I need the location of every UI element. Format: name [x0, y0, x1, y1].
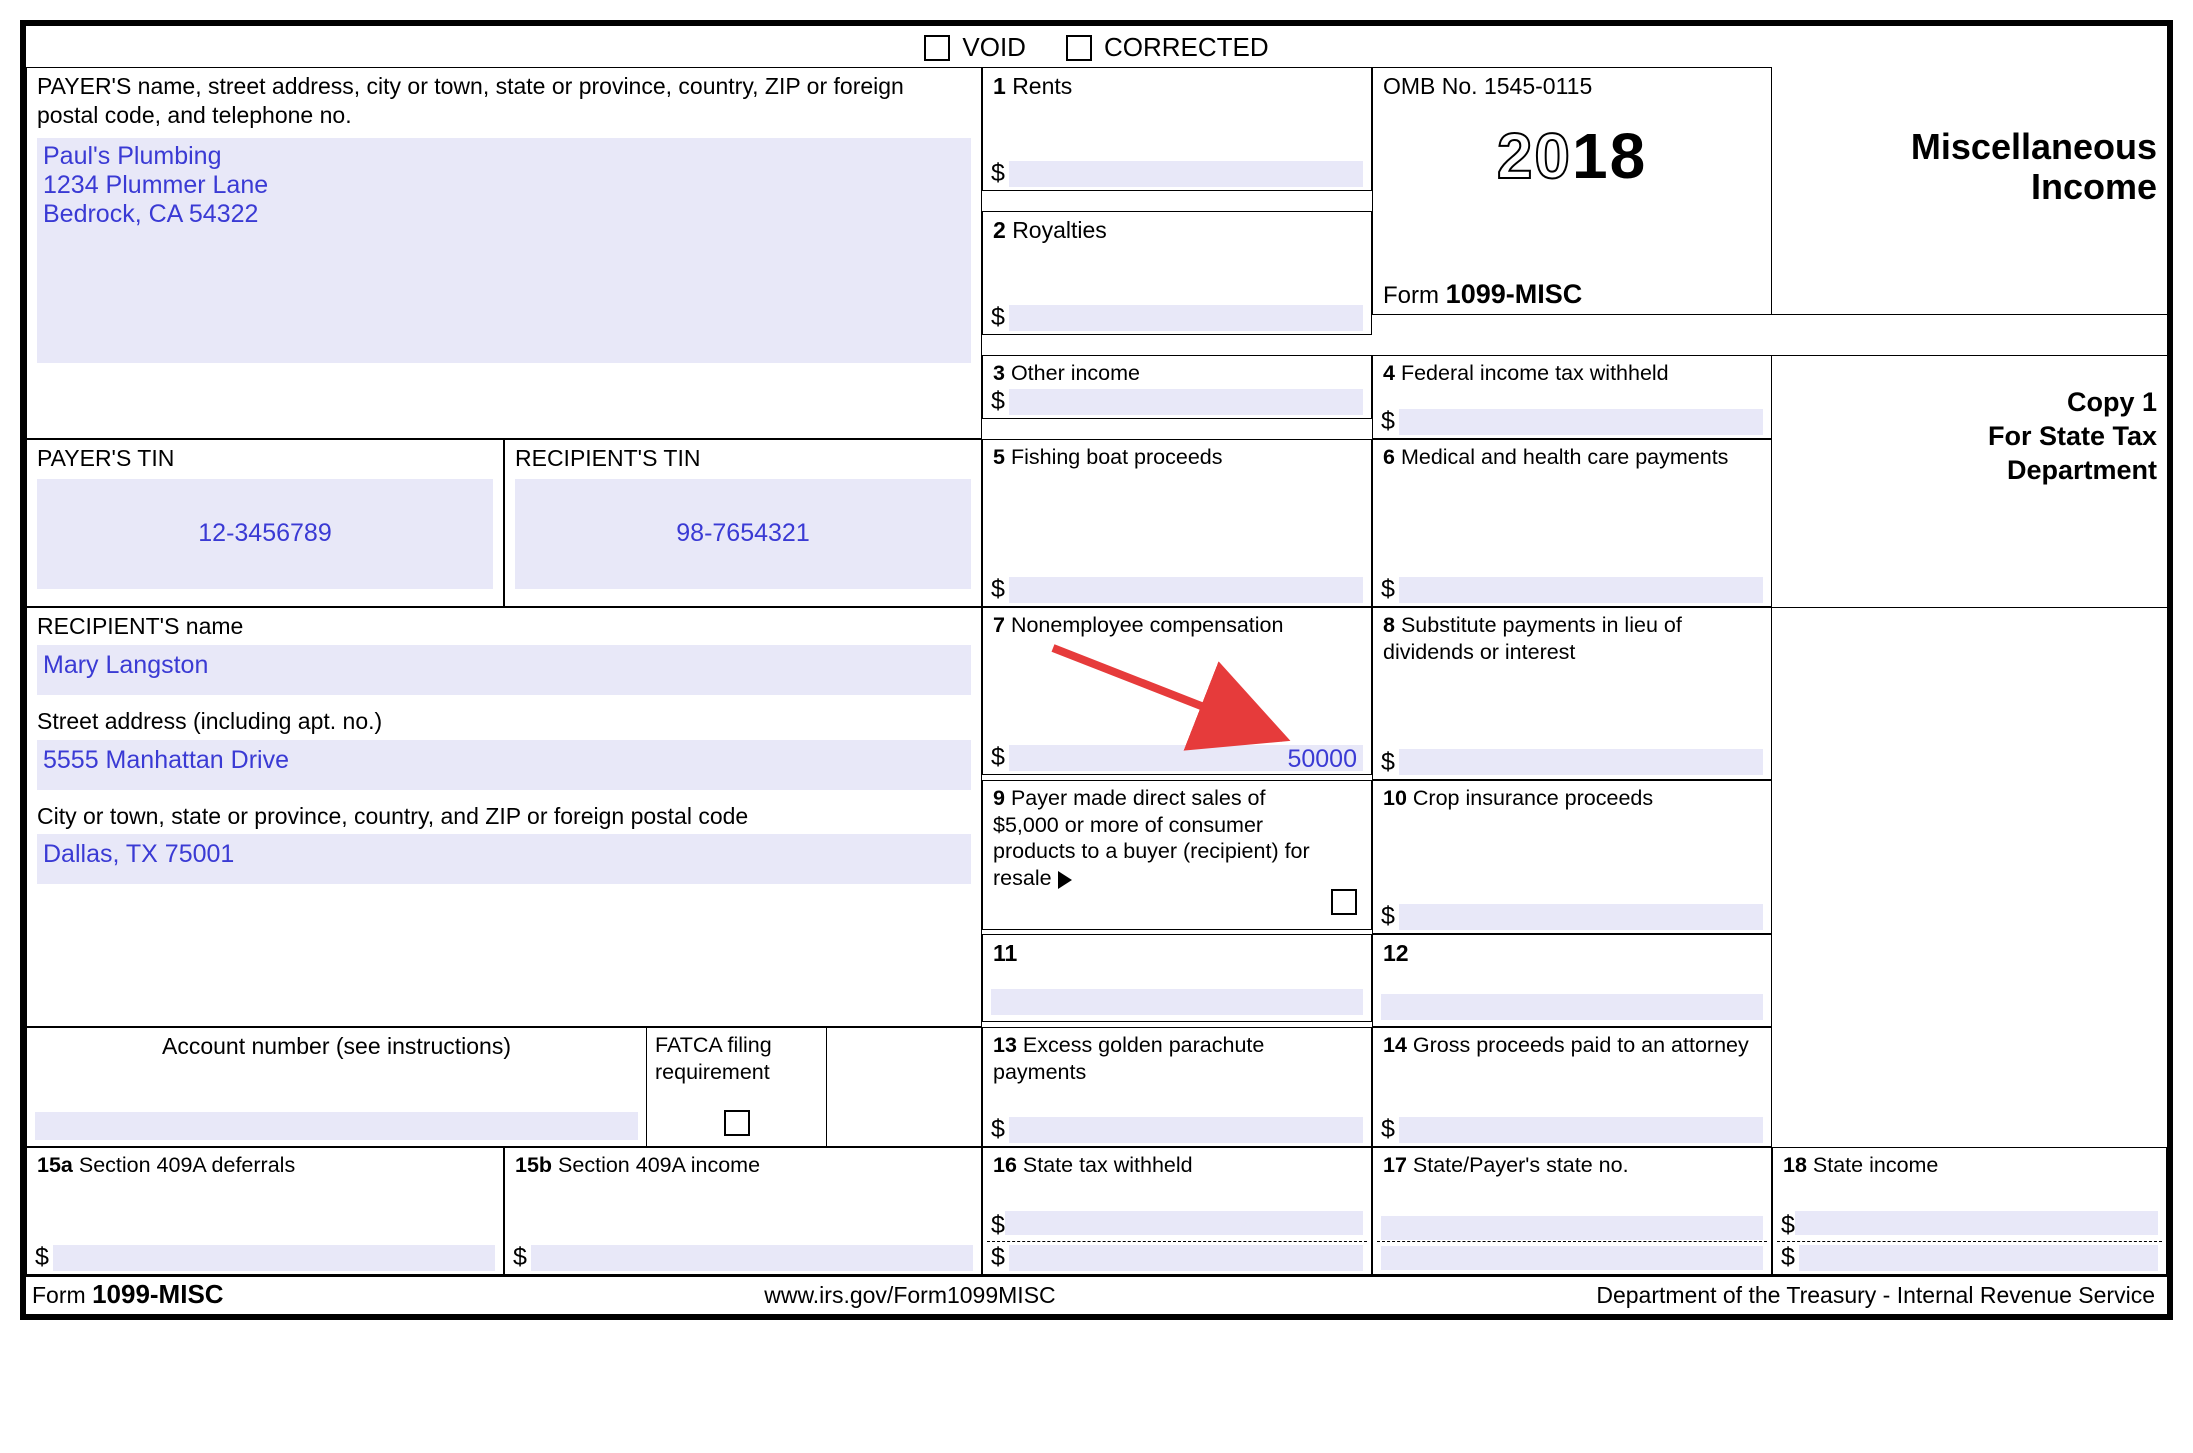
box-15a-value[interactable] — [53, 1245, 495, 1271]
box-16-value-2[interactable] — [1009, 1245, 1363, 1271]
copy-line3: Department — [1988, 454, 2157, 488]
box-2-value[interactable] — [1009, 305, 1363, 331]
box-10-crop: 10 Crop insurance proceeds $ — [1372, 780, 1772, 935]
highlight-arrow-icon — [1043, 638, 1323, 758]
footer-dept: Department of the Treasury - Internal Re… — [1596, 1282, 2155, 1309]
box-12: 12 — [1372, 934, 1772, 1027]
box-18-value-1[interactable] — [1795, 1211, 2158, 1235]
omb-year-cell: OMB No. 1545-0115 2018 Form 1099-MISC — [1372, 67, 1772, 315]
box-3-value[interactable] — [1009, 389, 1363, 415]
payer-line3: Bedrock, CA 54322 — [43, 200, 965, 229]
box-8-value[interactable] — [1399, 749, 1763, 775]
box-4-value[interactable] — [1399, 409, 1763, 435]
recipient-tin-cell: RECIPIENT'S TIN 98-7654321 — [504, 439, 982, 607]
payer-cell: PAYER'S name, street address, city or to… — [26, 67, 982, 439]
recipient-street-label: Street address (including apt. no.) — [37, 707, 971, 736]
payer-label: PAYER'S name, street address, city or to… — [37, 72, 971, 130]
recipient-name-value: Mary Langston — [43, 651, 208, 679]
form-title-cell: Miscellaneous Income — [1772, 67, 2167, 315]
form-footer: Form 1099-MISC www.irs.gov/Form1099MISC … — [26, 1275, 2167, 1314]
box-1-rents: 1 Rents $ — [982, 67, 1372, 191]
copy-line1: Copy 1 — [1988, 386, 2157, 420]
tax-year: 2018 — [1383, 119, 1761, 193]
box-17-state-no: 17 State/Payer's state no. — [1372, 1147, 1772, 1275]
box-2-royalties: 2 Royalties $ — [982, 211, 1372, 335]
recipient-tin-value: 98-7654321 — [676, 519, 809, 548]
box-13-value[interactable] — [1009, 1117, 1363, 1143]
blank-cell — [827, 1028, 981, 1146]
recipient-city-label: City or town, state or province, country… — [37, 802, 971, 831]
form-grid: PAYER'S name, street address, city or to… — [26, 67, 2167, 1275]
box-5-fishing: 5 Fishing boat proceeds $ — [982, 439, 1372, 607]
account-fatca-row: Account number (see instructions) FATCA … — [26, 1027, 982, 1147]
box-7-nonemployee-comp: 7 Nonemployee compensation $50000 — [982, 607, 1372, 775]
fatca-checkbox[interactable] — [724, 1110, 750, 1136]
box-3-other-income: 3 Other income $ — [982, 355, 1372, 419]
footer-url: www.irs.gov/Form1099MISC — [764, 1282, 1055, 1309]
recipient-tin-label: RECIPIENT'S TIN — [515, 444, 971, 473]
void-check-group: VOID — [924, 32, 1026, 63]
corrected-check-group: CORRECTED — [1066, 32, 1269, 63]
footer-form-name: 1099-MISC — [92, 1279, 224, 1309]
box-16-state-tax: 16 State tax withheld $ $ — [982, 1147, 1372, 1275]
box-6-medical: 6 Medical and health care payments $ — [1372, 439, 1772, 607]
account-number-label: Account number (see instructions) — [37, 1032, 636, 1061]
payer-tin-label: PAYER'S TIN — [37, 444, 493, 473]
box-18-state-income: 18 State income $ $ — [1772, 1147, 2167, 1275]
box-16-value-1[interactable] — [1005, 1211, 1363, 1235]
title-line1: Miscellaneous — [1911, 127, 2157, 167]
fatca-label: FATCA filing requirement — [655, 1032, 818, 1086]
void-label: VOID — [962, 32, 1026, 63]
box-15b: 15b Section 409A income $ — [504, 1147, 982, 1275]
box-9-direct-sales: 9 Payer made direct sales of $5,000 or m… — [982, 780, 1372, 930]
title-line2: Income — [1911, 167, 2157, 207]
box-17-value-2[interactable] — [1381, 1246, 1763, 1270]
top-check-row: VOID CORRECTED — [26, 26, 2167, 67]
box-17-value-1[interactable] — [1381, 1216, 1763, 1240]
corrected-checkbox[interactable] — [1066, 35, 1092, 61]
payer-line1: Paul's Plumbing — [43, 142, 965, 171]
box-8-substitute: 8 Substitute payments in lieu of dividen… — [1372, 607, 1772, 780]
box-14-attorney: 14 Gross proceeds paid to an attorney $ — [1372, 1027, 1772, 1147]
triangle-icon — [1058, 871, 1072, 889]
box-14-value[interactable] — [1399, 1117, 1763, 1143]
copy-line2: For State Tax — [1988, 420, 2157, 454]
box-4-fed-tax-withheld: 4 Federal income tax withheld $ — [1372, 355, 1772, 439]
recipient-block: RECIPIENT'S name Mary Langston Street ad… — [26, 607, 982, 1027]
payer-tin-value: 12-3456789 — [198, 519, 331, 548]
recipient-city-value: Dallas, TX 75001 — [43, 840, 234, 868]
box-18-value-2[interactable] — [1799, 1245, 2158, 1271]
recipient-street-value: 5555 Manhattan Drive — [43, 746, 289, 774]
box-9-checkbox[interactable] — [1331, 889, 1357, 915]
box-1-value[interactable] — [1009, 161, 1363, 187]
box-10-value[interactable] — [1399, 904, 1763, 930]
box-11: 11 — [982, 934, 1372, 1022]
account-number-value[interactable] — [35, 1112, 638, 1140]
box-13-parachute: 13 Excess golden parachute payments $ — [982, 1027, 1372, 1147]
void-checkbox[interactable] — [924, 35, 950, 61]
box-6-value[interactable] — [1399, 577, 1763, 603]
form-1099-misc: VOID CORRECTED PAYER'S name, street addr… — [20, 20, 2173, 1320]
box-15a: 15a Section 409A deferrals $ — [26, 1147, 504, 1275]
recipient-name-label: RECIPIENT'S name — [37, 612, 971, 641]
corrected-label: CORRECTED — [1104, 32, 1269, 63]
payer-tin-cell: PAYER'S TIN 12-3456789 — [26, 439, 504, 607]
box-5-value[interactable] — [1009, 577, 1363, 603]
box-7-value[interactable]: 50000 — [1009, 745, 1363, 771]
box-15b-value[interactable] — [531, 1245, 973, 1271]
omb-number: OMB No. 1545-0115 — [1383, 72, 1761, 101]
payer-line2: 1234 Plummer Lane — [43, 171, 965, 200]
